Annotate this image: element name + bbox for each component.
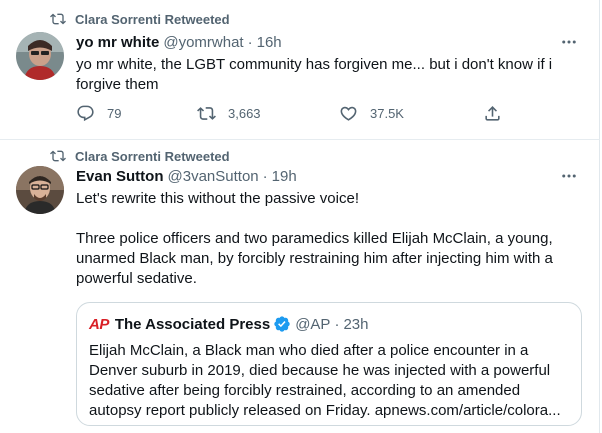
author-handle[interactable]: @3vanSutton [168,168,259,185]
tweet-text-para2: Three police officers and two paramedics… [76,230,553,287]
ap-logo: AP [89,315,109,333]
tweet-header: yo mr white @yomrwhat · 16h [76,34,282,51]
quoted-author-handle[interactable]: @AP [295,316,330,333]
tweet-text: yo mr white, the LGBT community has forg… [76,56,553,93]
retweet-context: Clara Sorrenti Retweeted [50,11,230,27]
retweet-icon [50,150,66,162]
reply-count: 79 [107,106,122,121]
tweet-actions: 79 3,663 37.5K [70,104,510,128]
share-button[interactable] [483,104,514,123]
more-icon[interactable] [559,32,579,52]
author-name[interactable]: yo mr white [76,34,159,51]
heart-icon [340,106,357,121]
author-handle[interactable]: @yomrwhat [163,34,243,51]
tweet-header: Evan Sutton @3vanSutton · 19h [76,168,297,185]
more-icon[interactable] [559,166,579,186]
tweet-text-line1: Let's rewrite this without the passive v… [76,190,359,207]
tweet[interactable]: Clara Sorrenti Retweeted yo mr white @yo… [0,0,600,140]
quoted-tweet-header: AP The Associated Press @AP · 23h [89,315,368,333]
avatar[interactable] [16,166,64,214]
quoted-tweet-text: Elijah McClain, a Black man who died aft… [89,342,561,419]
reply-icon [77,105,94,122]
timestamp[interactable]: 16h [257,34,282,51]
retweet-icon [50,13,66,25]
verified-badge-icon [274,316,290,332]
like-count: 37.5K [370,106,404,121]
retweet-label[interactable]: Clara Sorrenti Retweeted [75,149,230,164]
like-button[interactable]: 37.5K [339,104,404,123]
separator-dot: · [334,315,340,333]
separator-dot: · [262,168,268,185]
quoted-author-name[interactable]: The Associated Press [115,316,270,333]
timestamp[interactable]: 19h [272,168,297,185]
reply-button[interactable]: 79 [76,104,121,123]
retweet-context: Clara Sorrenti Retweeted [50,148,230,164]
timeline-feed: Clara Sorrenti Retweeted yo mr white @yo… [0,0,602,433]
retweet-label[interactable]: Clara Sorrenti Retweeted [75,12,230,27]
tweet[interactable]: Clara Sorrenti Retweeted Evan Sutton @3v… [0,140,600,433]
quoted-tweet[interactable]: AP The Associated Press @AP · 23h Elijah… [76,302,582,426]
quoted-timestamp[interactable]: 23h [343,316,368,333]
share-icon [485,106,500,121]
author-name[interactable]: Evan Sutton [76,168,164,185]
retweet-icon [197,107,216,120]
retweet-button[interactable]: 3,663 [197,104,261,123]
avatar[interactable] [16,32,64,80]
retweet-count: 3,663 [228,106,261,121]
separator-dot: · [247,34,253,51]
